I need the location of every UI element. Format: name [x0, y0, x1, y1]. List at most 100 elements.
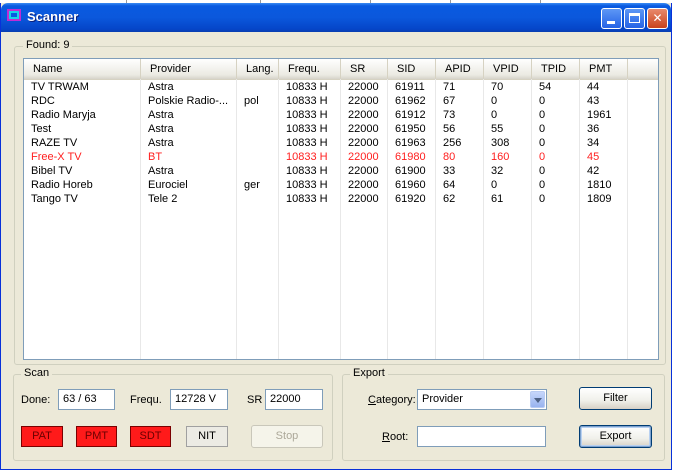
cell-apid: 64 [443, 179, 456, 191]
sr-field[interactable]: 22000 [265, 389, 323, 410]
cell-lang [237, 80, 279, 94]
cell-sid: 61962 [395, 95, 426, 107]
cell-tpid: 0 [539, 109, 546, 121]
cell-pmt: 34 [587, 137, 600, 149]
cell-name: Free-X TV [31, 151, 82, 163]
table-row[interactable]: RDC Polskie Radio-... pol 10833 H 22000 61962… [24, 94, 658, 108]
column-header-name[interactable]: Name [24, 59, 141, 79]
cell-provider: Eurociel [148, 179, 188, 191]
cell-sr: 22000 [348, 109, 379, 121]
cell-provider: Astra [148, 123, 174, 135]
done-field[interactable]: 63 / 63 [58, 389, 115, 410]
cell-freq: 10833 H [286, 179, 328, 191]
cell-sid: 61920 [395, 193, 426, 205]
found-label: Found: [26, 39, 61, 51]
cell-sid: 61960 [395, 179, 426, 191]
column-header-provider[interactable]: Provider [141, 59, 237, 79]
table-row[interactable]: Free-X TV BT 10833 H 22000 61980 80 160 0 45 [24, 150, 658, 164]
table-row[interactable]: TV TRWAM Astra 10833 H 22000 61911 71 70 54 44 [24, 80, 658, 94]
cell-lang [237, 136, 279, 150]
cell-sr: 22000 [348, 193, 379, 205]
root-input[interactable] [417, 426, 546, 447]
cell-name: RAZE TV [31, 137, 78, 149]
column-header-sr[interactable]: SR [341, 59, 388, 79]
cell-apid: 33 [443, 165, 456, 177]
flag-pmt[interactable]: PMT [76, 426, 117, 447]
column-header-vpid[interactable]: VPID [484, 59, 532, 79]
stop-button[interactable]: Stop [251, 425, 323, 448]
cell-vpid: 308 [491, 137, 510, 149]
scanner-app-icon[interactable] [7, 9, 21, 21]
found-legend: Found: 9 [23, 39, 73, 51]
column-header-pmt[interactable]: PMT [580, 59, 628, 79]
cell-lang [237, 108, 279, 122]
flag-sdt[interactable]: SDT [130, 426, 171, 447]
window-title: Scanner [27, 9, 79, 24]
cell-lang [237, 150, 279, 164]
category-label: Category: [368, 394, 416, 406]
column-header-freq[interactable]: Frequ. [279, 59, 341, 79]
cell-provider: Astra [148, 81, 174, 93]
cell-provider: Astra [148, 137, 174, 149]
cell-pmt: 36 [587, 123, 600, 135]
cell-apid: 62 [443, 193, 456, 205]
flag-nit[interactable]: NIT [186, 426, 228, 447]
cell-apid: 56 [443, 123, 456, 135]
cell-sr: 22000 [348, 81, 379, 93]
channel-list[interactable]: Name Provider Lang. Frequ. SR SID APID V… [23, 58, 659, 360]
column-header-sid[interactable]: SID [388, 59, 436, 79]
column-header-tpid[interactable]: TPID [532, 59, 580, 79]
cell-sid: 61963 [395, 137, 426, 149]
cell-vpid: 0 [491, 179, 498, 191]
minimize-button[interactable] [601, 8, 622, 29]
cell-freq: 10833 H [286, 151, 328, 163]
maximize-button[interactable] [624, 8, 645, 29]
cell-sr: 22000 [348, 165, 379, 177]
cell-provider: BT [148, 151, 163, 163]
cell-tpid: 0 [539, 137, 546, 149]
cell-tpid: 0 [539, 95, 546, 107]
found-count: 9 [63, 39, 70, 51]
cell-sr: 22000 [348, 123, 379, 135]
title-bar[interactable]: Scanner ✕ [1, 3, 671, 32]
cell-sid: 61900 [395, 165, 426, 177]
cell-name: Radio Horeb [31, 179, 93, 191]
cell-lang [237, 122, 279, 136]
cell-pmt: 45 [587, 151, 600, 163]
cell-pmt: 1961 [587, 109, 612, 121]
category-dropdown[interactable]: Provider [417, 389, 547, 410]
cell-freq: 10833 H [286, 109, 328, 121]
table-row[interactable]: Tango TV Tele 2 10833 H 22000 61920 62 61 0 1809 [24, 192, 658, 206]
filter-button[interactable]: Filter [579, 387, 652, 410]
close-button[interactable]: ✕ [647, 8, 668, 29]
column-header-lang[interactable]: Lang. [237, 59, 279, 79]
table-row[interactable]: Radio Maryja Astra 10833 H 22000 61912 73 0 0 19… [24, 108, 658, 122]
cell-freq: 10833 H [286, 123, 328, 135]
cell-pmt: 42 [587, 165, 600, 177]
cell-tpid: 0 [539, 151, 546, 163]
cell-provider: Polskie Radio-... [148, 95, 229, 107]
cell-freq: 10833 H [286, 137, 328, 149]
table-row[interactable]: Test Astra 10833 H 22000 61950 56 55 0 36 [24, 122, 658, 136]
cell-apid: 71 [443, 81, 456, 93]
table-row[interactable]: RAZE TV Astra 10833 H 22000 61963 256 308 0 34 [24, 136, 658, 150]
cell-vpid: 55 [491, 123, 504, 135]
cell-tpid: 0 [539, 123, 546, 135]
cell-provider: Tele 2 [148, 193, 178, 205]
table-row[interactable]: Bibel TV Astra 10833 H 22000 61900 33 32 0 42 [24, 164, 658, 178]
export-button[interactable]: Export [579, 425, 652, 448]
table-row[interactable]: Radio Horeb Eurociel ger 10833 H 22000 61960 6… [24, 178, 658, 192]
export-legend: Export [350, 367, 388, 379]
cell-lang [237, 192, 279, 206]
cell-vpid: 160 [491, 151, 510, 163]
close-icon: ✕ [652, 11, 663, 25]
frequency-field[interactable]: 12728 V [170, 389, 228, 410]
flag-pat[interactable]: PAT [21, 426, 63, 447]
column-header-apid[interactable]: APID [436, 59, 484, 79]
cell-sr: 22000 [348, 151, 379, 163]
chevron-down-icon[interactable] [530, 391, 545, 408]
cell-name: Radio Maryja [31, 109, 96, 121]
cell-sid: 61950 [395, 123, 426, 135]
cell-sr: 22000 [348, 137, 379, 149]
cell-apid: 256 [443, 137, 462, 149]
